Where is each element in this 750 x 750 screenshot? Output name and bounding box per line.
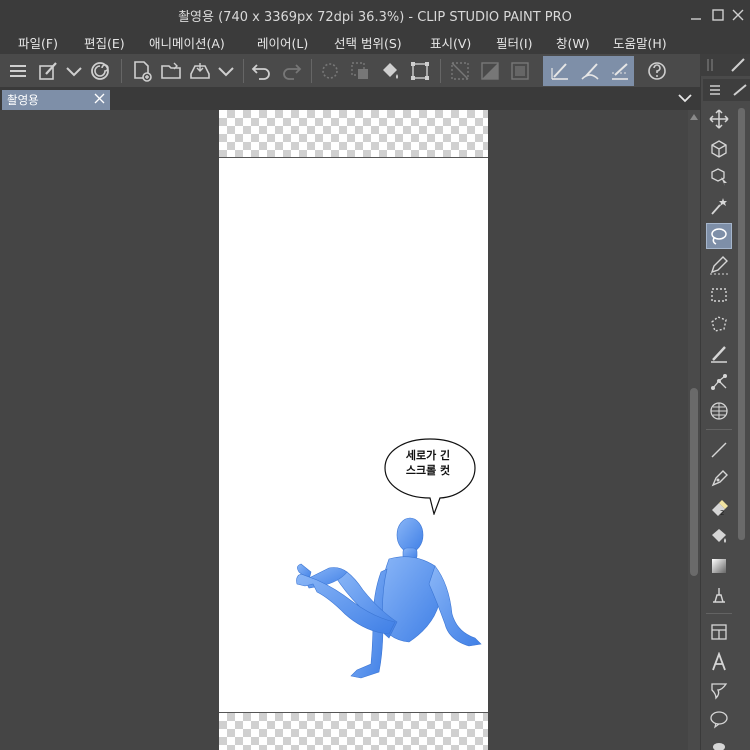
close-window-button[interactable] — [728, 5, 748, 25]
pen-icon[interactable] — [706, 341, 732, 367]
open-folder-icon[interactable] — [157, 57, 185, 85]
document-tab[interactable]: 촬영용 — [2, 90, 110, 110]
text-icon[interactable] — [706, 649, 732, 675]
special-ruler-snap-icon[interactable] — [576, 57, 604, 85]
menu-bar: 파일(F) 편집(E) 애니메이션(A) 레이어(L) 선택 범위(S) 표시(… — [0, 30, 750, 54]
transform-icon[interactable] — [406, 57, 434, 85]
speech-line-1: 세로가 긴 — [405, 449, 451, 462]
grid-icon[interactable] — [706, 398, 732, 424]
document-canvas[interactable]: 세로가 긴 스크롤 컷 — [219, 110, 488, 750]
rectangle-select-icon[interactable] — [706, 282, 732, 308]
lasso-icon[interactable] — [706, 223, 732, 249]
speech-line-2: 스크롤 컷 — [405, 464, 451, 477]
maximize-icon — [712, 9, 724, 21]
palette-scrollbar[interactable] — [737, 102, 747, 542]
grid-snap-icon[interactable] — [606, 57, 634, 85]
fill-icon[interactable] — [376, 57, 404, 85]
chevron-down-icon[interactable] — [212, 57, 240, 85]
3d-figure[interactable] — [289, 514, 487, 686]
menu-icon — [710, 85, 720, 95]
line-icon[interactable] — [706, 437, 732, 463]
title-bar: 촬영용 (740 x 3369px 72dpi 36.3%) - CLIP ST… — [0, 0, 750, 30]
speech-bubble-text: 세로가 긴 스크롤 컷 — [382, 448, 474, 478]
menu-help[interactable]: 도움말(H) — [613, 33, 667, 52]
save-icon[interactable] — [186, 57, 214, 85]
pen-tool-icon[interactable] — [706, 466, 732, 492]
svg-text:2: 2 — [720, 509, 724, 517]
frame-icon[interactable] — [706, 619, 732, 645]
clear-icon[interactable] — [316, 57, 344, 85]
close-icon[interactable] — [94, 93, 105, 104]
transparent-region-bottom — [219, 713, 488, 750]
show-selection-icon[interactable] — [506, 57, 534, 85]
window-title: 촬영용 (740 x 3369px 72dpi 36.3%) - CLIP ST… — [178, 10, 572, 25]
menu-layer[interactable]: 레이어(L) — [257, 33, 308, 52]
chevron-down-icon[interactable] — [60, 57, 88, 85]
document-tab-bar: 촬영용 — [0, 88, 700, 110]
menu-animation[interactable]: 애니메이션(A) — [149, 33, 225, 52]
gradient-icon[interactable] — [706, 553, 732, 579]
chevron-down-icon[interactable] — [678, 92, 692, 104]
palette-grip[interactable] — [700, 54, 750, 76]
brush-settings-icon[interactable] — [34, 57, 62, 85]
balloon-icon[interactable] — [706, 706, 732, 732]
balloon-tail-icon[interactable] — [706, 677, 732, 703]
new-document-icon[interactable] — [128, 57, 156, 85]
minimize-icon — [691, 18, 701, 20]
polyline-select-icon[interactable] — [706, 311, 732, 337]
more-icon[interactable] — [706, 734, 732, 750]
clip-studio-logo-icon[interactable] — [86, 57, 114, 85]
fill-selection-icon[interactable] — [346, 57, 374, 85]
help-icon[interactable] — [643, 57, 671, 85]
deselect-icon[interactable] — [446, 57, 474, 85]
menu-file[interactable]: 파일(F) — [18, 33, 58, 52]
scrollbar-thumb[interactable] — [690, 388, 698, 576]
minimize-button[interactable] — [686, 5, 706, 25]
palette-header[interactable] — [703, 79, 750, 101]
menu-edit[interactable]: 편집(E) — [84, 33, 125, 52]
menu-window[interactable]: 창(W) — [556, 33, 590, 52]
ruler-snap-icon[interactable] — [546, 57, 574, 85]
blend-icon[interactable] — [706, 582, 732, 608]
maximize-button[interactable] — [708, 5, 728, 25]
move-icon[interactable] — [706, 106, 732, 132]
brush-icon — [731, 58, 745, 72]
canvas-vertical-scrollbar[interactable] — [688, 110, 700, 750]
menu-icon[interactable] — [4, 57, 32, 85]
vector-icon[interactable] — [706, 369, 732, 395]
menu-selection[interactable]: 선택 범위(S) — [334, 33, 402, 52]
object-select-icon[interactable] — [706, 164, 732, 190]
invert-selection-icon[interactable] — [476, 57, 504, 85]
brush-icon — [733, 84, 747, 96]
auto-action-icon[interactable] — [706, 193, 732, 219]
document-tab-label: 촬영용 — [7, 93, 39, 107]
eraser-icon[interactable]: 2 — [706, 495, 732, 521]
undo-icon[interactable] — [248, 57, 276, 85]
eyedropper-pen-icon[interactable] — [706, 252, 732, 278]
menu-filter[interactable]: 필터(I) — [496, 33, 532, 52]
transparent-region-top — [219, 110, 488, 157]
close-icon — [732, 9, 744, 21]
redo-icon[interactable] — [277, 57, 305, 85]
fill-bucket-icon[interactable] — [706, 523, 732, 549]
menu-view[interactable]: 표시(V) — [430, 33, 471, 52]
scroll-up-icon[interactable] — [690, 114, 698, 120]
object-3d-icon[interactable] — [706, 136, 732, 162]
